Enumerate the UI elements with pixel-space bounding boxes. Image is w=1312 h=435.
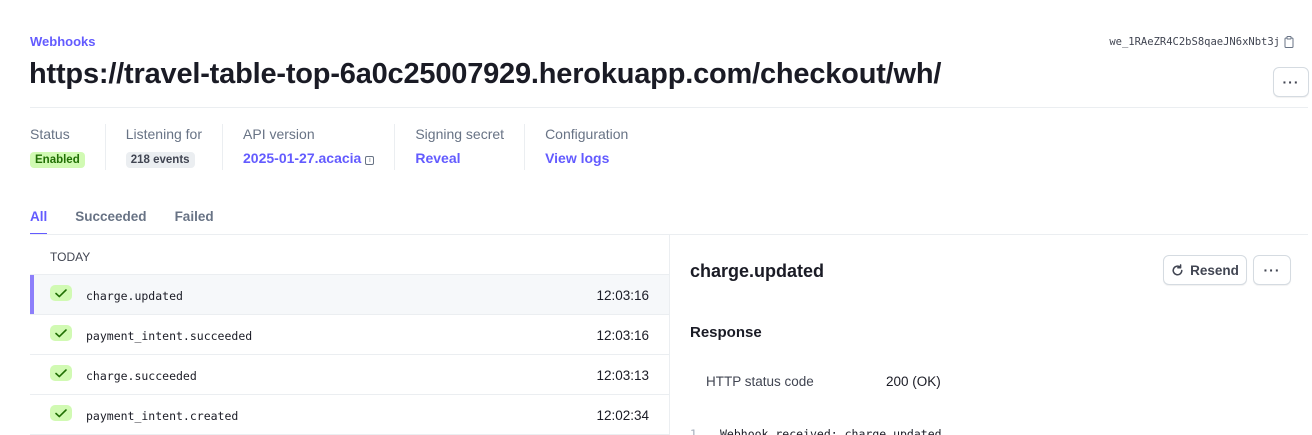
event-time: 12:03:16 [596,328,649,343]
meta-configuration-label: Configuration [545,126,629,142]
event-row[interactable]: payment_intent.created 12:02:34 [30,395,669,435]
event-row[interactable]: payment_intent.succeeded 12:03:16 [30,315,669,355]
event-filter-tabs: All Succeeded Failed [30,209,214,235]
http-status-value: 200 (OK) [886,374,941,389]
check-icon [50,325,72,341]
resend-button[interactable]: Resend [1163,255,1247,285]
events-count-badge[interactable]: 218 events [125,152,195,168]
meta-signing-secret-label: Signing secret [415,126,505,142]
event-time: 12:03:13 [596,368,649,383]
refresh-icon [1172,263,1183,276]
resend-label: Resend [1190,262,1239,278]
copy-icon[interactable] [1284,36,1294,48]
detail-title: charge.updated [690,261,825,281]
check-icon [50,405,72,421]
group-label: TODAY [30,235,669,275]
more-icon: ··· [1263,262,1281,278]
breadcrumb[interactable]: Webhooks [30,34,96,49]
event-row[interactable]: charge.succeeded 12:03:13 [30,355,669,395]
http-status-label: HTTP status code [706,374,814,389]
meta-configuration: Configuration View logs [545,124,648,170]
meta-status-label: Status [30,126,70,142]
check-icon [50,365,72,381]
endpoint-id[interactable]: we_1RAeZR4C2bS8qaeJN6xNbt3j [1109,36,1294,48]
line-number: 1 [690,427,697,435]
meta-status: Status Enabled [30,124,106,170]
event-time: 12:03:16 [596,288,649,303]
meta-api-version-label: API version [243,126,315,142]
response-body-line: 1 Webhook received: charge.updated [690,427,942,435]
view-logs-link[interactable]: View logs [545,150,609,166]
event-name: payment_intent.succeeded [86,329,253,343]
detail-more-button[interactable]: ··· [1253,255,1291,285]
api-version-link[interactable]: 2025-01-27.acacia [243,150,361,166]
event-list: TODAY charge.updated 12:03:16 payment_in… [30,235,670,435]
info-icon[interactable]: i [365,156,375,165]
tab-failed[interactable]: Failed [175,209,214,234]
event-name: charge.updated [86,289,183,303]
meta-api-version: API version 2025-01-27.acacia i [243,124,396,170]
meta-listening: Listening for 218 events [125,124,224,170]
event-time: 12:02:34 [596,408,649,423]
tab-all[interactable]: All [30,209,48,235]
event-name: payment_intent.created [86,409,239,423]
response-heading: Response [690,324,762,341]
endpoint-id-text: we_1RAeZR4C2bS8qaeJN6xNbt3j [1109,36,1280,48]
meta-signing-secret: Signing secret Reveal [415,124,526,170]
meta-listening-label: Listening for [125,126,203,142]
check-icon [50,285,72,301]
header-divider [30,107,1308,108]
event-row[interactable]: charge.updated 12:03:16 [30,275,669,315]
endpoint-meta: Status Enabled Listening for 218 events … [30,124,668,170]
tab-succeeded[interactable]: Succeeded [75,209,146,234]
more-actions-button[interactable]: ··· [1273,67,1309,97]
response-body-text: Webhook received: charge.updated [720,427,942,435]
status-badge: Enabled [30,152,85,168]
event-name: charge.succeeded [86,369,197,383]
more-icon: ··· [1282,74,1300,90]
reveal-secret-link[interactable]: Reveal [415,150,460,166]
page-title: https://travel-table-top-6a0c25007929.he… [29,58,942,90]
